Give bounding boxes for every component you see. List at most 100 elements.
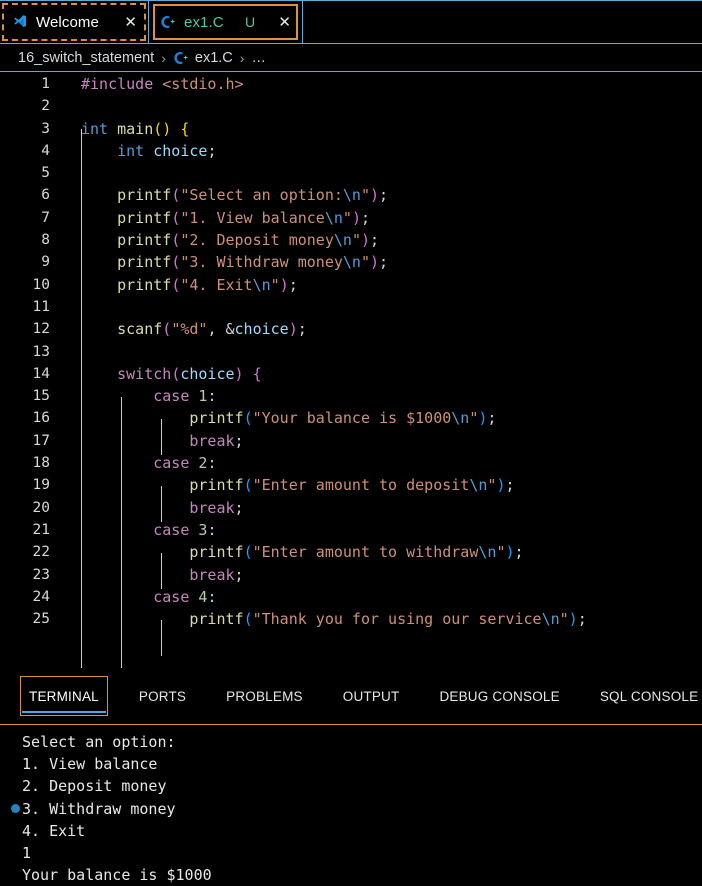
terminal-line-text: Your balance is $1000	[22, 866, 212, 884]
code-line[interactable]: 11	[0, 296, 702, 318]
code-line[interactable]: 9 printf("3. Withdraw money\n");	[0, 251, 702, 273]
code-token: )	[361, 231, 370, 249]
editor-tab-bar: Welcome ✕ ex1.C U ✕	[0, 0, 702, 44]
code-token: (	[244, 610, 253, 628]
line-number: 3	[0, 118, 50, 140]
terminal-output[interactable]: Select an option:1. View balance2. Depos…	[0, 725, 702, 886]
tab-welcome-label: Welcome	[36, 14, 99, 31]
panel-tab-problems[interactable]: PROBLEMS	[217, 676, 312, 716]
code-token: (	[244, 543, 253, 561]
code-token	[81, 365, 117, 383]
code-line[interactable]: 4 int choice;	[0, 140, 702, 162]
code-token	[81, 142, 117, 160]
tab-ex1-c-close-icon[interactable]: ✕	[278, 15, 291, 30]
code-line[interactable]: 22 printf("Enter amount to withdraw\n");	[0, 541, 702, 563]
line-number: 11	[0, 296, 50, 318]
code-token: {	[253, 365, 262, 383]
line-number: 15	[0, 385, 50, 407]
code-token: <stdio.h>	[162, 75, 243, 93]
code-line[interactable]: 20 break;	[0, 497, 702, 519]
code-token: printf	[117, 231, 171, 249]
line-content: scanf("%d", &choice);	[81, 318, 307, 340]
code-token: break	[189, 432, 234, 450]
code-token	[81, 209, 117, 227]
code-token: choice	[180, 365, 234, 383]
code-token: ;	[578, 610, 587, 628]
code-token	[81, 543, 189, 561]
code-line[interactable]: 16 printf("Your balance is $1000\n");	[0, 407, 702, 429]
code-line[interactable]: 2	[0, 95, 702, 117]
breadcrumb-separator-icon-2: ›	[239, 50, 246, 66]
panel-tab-label: OUTPUT	[343, 689, 400, 704]
code-line[interactable]: 12 scanf("%d", &choice);	[0, 318, 702, 340]
indent-guide-5	[161, 553, 162, 589]
breadcrumb-c-file-icon	[173, 50, 189, 66]
breadcrumb-item-folder[interactable]: 16_switch_statement	[18, 50, 154, 66]
vscode-window: Welcome ✕ ex1.C U ✕ 16_switch_statement …	[0, 0, 702, 886]
code-line[interactable]: 25 printf("Thank you for using our servi…	[0, 608, 702, 630]
code-token	[171, 120, 180, 138]
code-line[interactable]: 7 printf("1. View balance\n");	[0, 207, 702, 229]
indent-guide-2	[121, 397, 122, 668]
code-token: )	[289, 320, 298, 338]
code-token: switch	[117, 365, 171, 383]
tab-welcome[interactable]: Welcome ✕	[0, 1, 148, 43]
code-line[interactable]: 1#include <stdio.h>	[0, 73, 702, 95]
tab-welcome-close-icon[interactable]: ✕	[124, 15, 137, 30]
line-content: printf("Your balance is $1000\n");	[81, 407, 496, 429]
code-line[interactable]: 8 printf("2. Deposit money\n");	[0, 229, 702, 251]
code-token: int	[117, 142, 144, 160]
code-token: (	[171, 365, 180, 383]
code-token: )	[352, 209, 361, 227]
code-line[interactable]: 14 switch(choice) {	[0, 363, 702, 385]
code-line[interactable]: 10 printf("4. Exit\n");	[0, 274, 702, 296]
code-lines[interactable]: 1#include <stdio.h>23int main() {4 int c…	[0, 73, 702, 630]
indent-guide-4	[161, 486, 162, 522]
code-line[interactable]: 13	[0, 341, 702, 363]
code-line[interactable]: 24 case 4:	[0, 586, 702, 608]
line-content: case 3:	[81, 519, 216, 541]
code-token	[81, 566, 189, 584]
panel-tab-debug-console[interactable]: DEBUG CONSOLE	[430, 676, 568, 716]
line-content: printf("3. Withdraw money\n");	[81, 251, 388, 273]
panel-tab-terminal[interactable]: TERMINAL	[20, 676, 108, 716]
code-line[interactable]: 18 case 2:	[0, 452, 702, 474]
code-token: printf	[117, 209, 171, 227]
code-token: printf	[189, 476, 243, 494]
breadcrumb-item-file[interactable]: ex1.C	[195, 50, 233, 66]
terminal-view[interactable]: Select an option:1. View balance2. Depos…	[0, 724, 702, 886]
panel-tab-label: PROBLEMS	[226, 689, 303, 704]
code-line[interactable]: 23 break;	[0, 564, 702, 586]
code-line[interactable]: 5	[0, 162, 702, 184]
code-token: (	[162, 320, 171, 338]
code-token: printf	[189, 409, 243, 427]
code-token: "Your balance is $1000	[253, 409, 452, 427]
code-token: printf	[117, 276, 171, 294]
line-number: 4	[0, 140, 50, 162]
code-line[interactable]: 21 case 3:	[0, 519, 702, 541]
panel-tab-sql-console[interactable]: SQL CONSOLE	[591, 676, 702, 716]
code-editor[interactable]: 1#include <stdio.h>23int main() {4 int c…	[0, 73, 702, 668]
code-token	[81, 320, 117, 338]
code-token: "Enter amount to deposit	[253, 476, 470, 494]
panel-tab-label: TERMINAL	[29, 689, 99, 704]
code-line[interactable]: 17 break;	[0, 430, 702, 452]
code-line[interactable]: 3int main() {	[0, 118, 702, 140]
command-decoration-icon[interactable]	[11, 804, 20, 813]
breadcrumb-item-symbol[interactable]: …	[251, 50, 267, 66]
code-token: (	[171, 253, 180, 271]
code-line[interactable]: 6 printf("Select an option:\n");	[0, 184, 702, 206]
code-line[interactable]: 19 printf("Enter amount to deposit\n");	[0, 474, 702, 496]
code-token: :	[207, 387, 216, 405]
code-token: printf	[189, 610, 243, 628]
panel-tab-label: PORTS	[139, 689, 186, 704]
panel-tab-ports[interactable]: PORTS	[130, 676, 195, 716]
terminal-line-text: Select an option:	[22, 733, 176, 751]
tab-ex1-c[interactable]: ex1.C U ✕	[148, 1, 303, 43]
line-content: switch(choice) {	[81, 363, 262, 385]
code-token	[108, 120, 117, 138]
panel-tab-output[interactable]: OUTPUT	[334, 676, 409, 716]
code-token: ;	[289, 276, 298, 294]
terminal-line: Select an option:	[22, 731, 702, 753]
code-line[interactable]: 15 case 1:	[0, 385, 702, 407]
